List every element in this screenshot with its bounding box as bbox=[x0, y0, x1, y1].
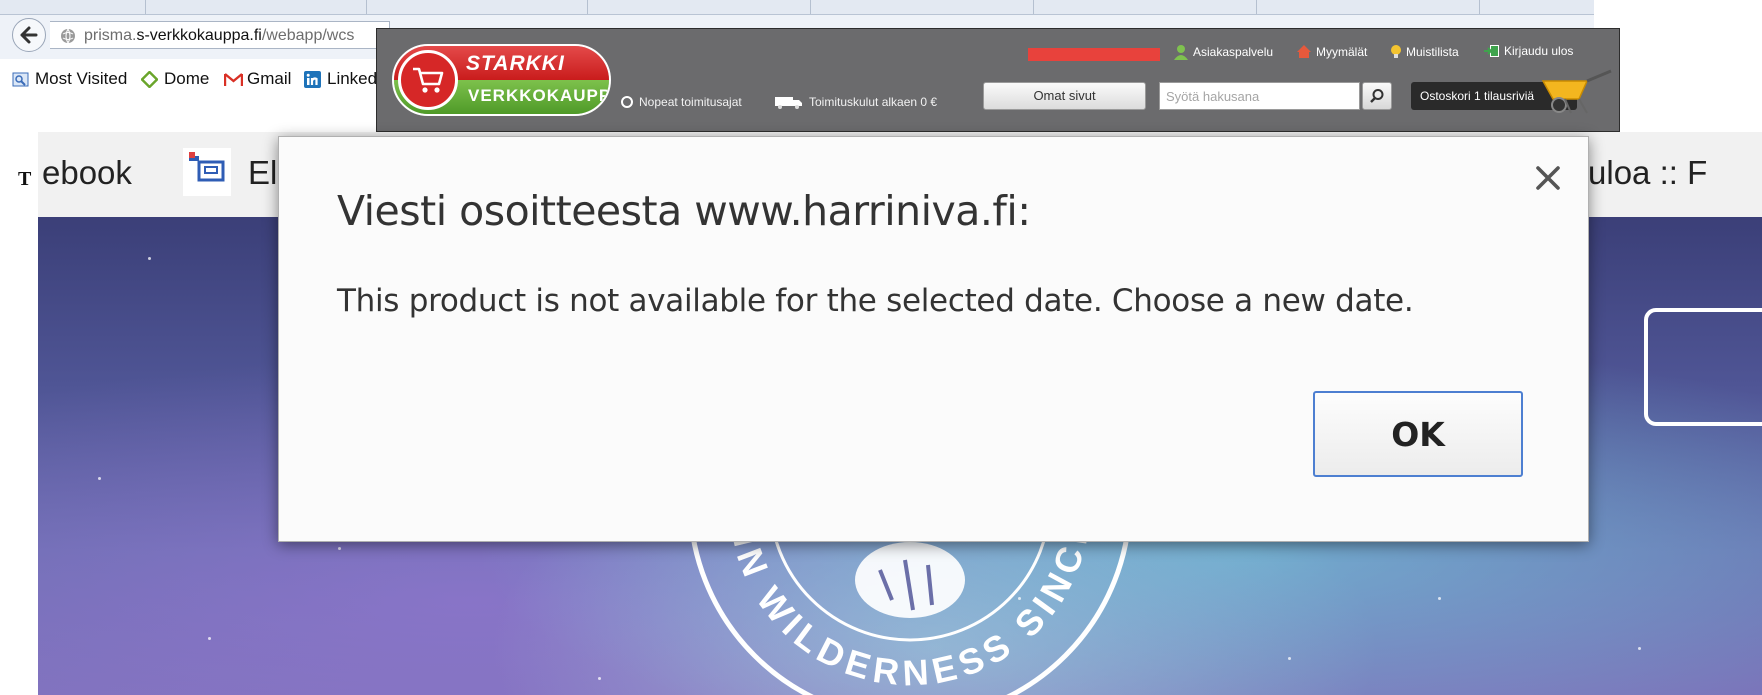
logo-title: STARKKI bbox=[466, 52, 565, 75]
truck-icon bbox=[775, 97, 802, 109]
logout-icon bbox=[1484, 45, 1499, 57]
fast-delivery-info: Nopeat toimitusajat bbox=[620, 95, 742, 109]
url-path: /webapp/wcs bbox=[261, 27, 355, 44]
left-fragment-text: T bbox=[18, 168, 32, 190]
search-icon bbox=[1370, 89, 1384, 103]
refresh-icon bbox=[621, 96, 633, 108]
linkedin-icon bbox=[304, 70, 321, 88]
bookmark-label: Gmail bbox=[247, 69, 292, 88]
red-banner-bar bbox=[1028, 48, 1160, 61]
most-visited-icon bbox=[12, 71, 29, 88]
bookmark-most-visited[interactable]: Most Visited bbox=[12, 68, 127, 90]
hero-outline-box bbox=[1644, 308, 1762, 426]
person-icon bbox=[1174, 45, 1188, 60]
bookmark-label: Most Visited bbox=[35, 69, 128, 88]
url-bar[interactable]: prisma.s-verkkokauppa.fi/webapp/wcs bbox=[50, 21, 390, 49]
starkki-header: STARKKI VERKKOKAUPPA Nopeat toimitusajat… bbox=[376, 28, 1620, 132]
wheelbarrow-icon bbox=[1541, 69, 1612, 114]
search-input[interactable] bbox=[1159, 82, 1360, 110]
link-stores[interactable]: Myymälät bbox=[1296, 44, 1367, 59]
wishlist-label: Muistilista bbox=[1406, 44, 1459, 59]
calendar-folder-icon bbox=[183, 148, 231, 196]
dome-diamond-icon bbox=[140, 69, 159, 89]
logo-subtitle: VERKKOKAUPPA bbox=[468, 86, 611, 105]
url-text: prisma.s-verkkokauppa.fi/webapp/wcs bbox=[84, 27, 354, 45]
my-pages-button[interactable]: Omat sivut bbox=[983, 82, 1146, 110]
link-wishlist[interactable]: Muistilista bbox=[1390, 44, 1459, 59]
alert-dialog: Viesti osoitteesta www.harriniva.fi: Thi… bbox=[278, 136, 1589, 542]
tab-facebook[interactable]: ebook bbox=[42, 154, 132, 192]
bookmark-label: Linked bbox=[327, 69, 378, 88]
stores-label: Myymälät bbox=[1316, 44, 1368, 59]
lightbulb-icon bbox=[1391, 45, 1401, 58]
bookmark-gmail[interactable]: Gmail bbox=[223, 68, 292, 90]
home-icon bbox=[1297, 45, 1311, 58]
bookmark-linkedin[interactable]: Linked bbox=[304, 68, 377, 90]
delivery-cost-text: Toimituskulut alkaen 0 € bbox=[809, 95, 938, 109]
globe-icon bbox=[61, 28, 75, 44]
tab-el[interactable]: El bbox=[248, 154, 277, 192]
bookmark-label: Dome bbox=[164, 69, 210, 88]
gmail-icon bbox=[223, 71, 244, 88]
url-domain: s-verkkokauppa.fi bbox=[136, 27, 262, 44]
fast-delivery-text: Nopeat toimitusajat bbox=[639, 95, 742, 109]
close-icon bbox=[1536, 166, 1560, 190]
back-arrow-icon bbox=[20, 26, 38, 44]
logout-label: Kirjaudu ulos bbox=[1504, 44, 1574, 58]
search-button[interactable] bbox=[1362, 82, 1392, 110]
starkki-logo[interactable]: STARKKI VERKKOKAUPPA bbox=[392, 44, 611, 116]
link-customer-service[interactable]: Asiakaspalvelu bbox=[1173, 44, 1273, 60]
cart-logo-icon bbox=[398, 50, 458, 110]
back-button[interactable] bbox=[12, 18, 46, 52]
bookmarks-toolbar: Most Visited Dome Gmail Linked bbox=[0, 64, 400, 94]
link-logout[interactable]: Kirjaudu ulos bbox=[1483, 44, 1573, 58]
delivery-cost-info: Toimituskulut alkaen 0 € bbox=[774, 95, 937, 109]
close-button[interactable] bbox=[1531, 161, 1565, 195]
dialog-message: This product is not available for the se… bbox=[337, 283, 1414, 319]
firefox-tab-strip bbox=[0, 0, 1594, 15]
customer-service-label: Asiakaspalvelu bbox=[1193, 45, 1274, 59]
dialog-title: Viesti osoitteesta www.harriniva.fi: bbox=[337, 187, 1031, 235]
ok-button[interactable]: OK bbox=[1313, 391, 1523, 477]
url-prefix: prisma. bbox=[84, 27, 137, 44]
bookmark-dome[interactable]: Dome bbox=[140, 68, 210, 90]
